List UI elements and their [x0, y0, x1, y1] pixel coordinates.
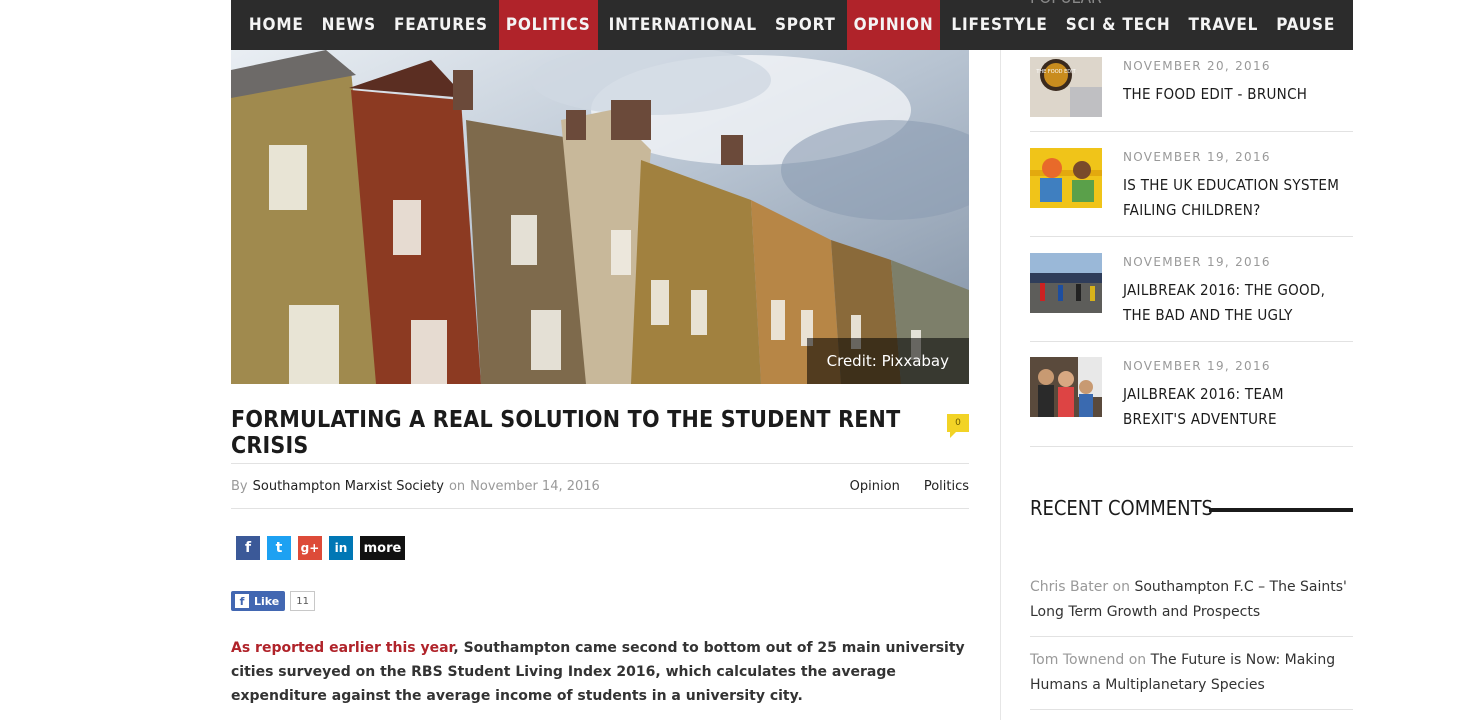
- on-label: on: [448, 478, 466, 494]
- reported-earlier-link[interactable]: As reported earlier this year: [231, 640, 453, 656]
- linkedin-share-icon[interactable]: in: [329, 536, 353, 560]
- article-body-paragraph: As reported earlier this year, Southampt…: [231, 636, 969, 708]
- popular-title[interactable]: JAILBREAK 2016: TEAM BREXIT'S ADVENTURE: [1123, 382, 1343, 432]
- by-label: By: [231, 478, 248, 494]
- nav-item-pause[interactable]: PAUSE: [1269, 0, 1342, 50]
- popular-item[interactable]: NOVEMBER 19, 2016 IS THE UK EDUCATION SY…: [1030, 148, 1353, 236]
- popular-date: NOVEMBER 19, 2016: [1123, 150, 1271, 164]
- divider: [1030, 236, 1353, 237]
- nav-item-opinion[interactable]: OPINION: [846, 0, 941, 50]
- comment-count-badge[interactable]: 0: [947, 414, 969, 438]
- popular-date: NOVEMBER 20, 2016: [1123, 59, 1271, 73]
- popular-date: NOVEMBER 19, 2016: [1123, 255, 1271, 269]
- publish-date: November 14, 2016: [470, 478, 600, 494]
- nav-item-sport[interactable]: SPORT: [768, 0, 843, 50]
- comment-on-label: on: [1112, 579, 1130, 595]
- author-link[interactable]: Southampton Marxist Society: [253, 479, 444, 494]
- popular-title[interactable]: IS THE UK EDUCATION SYSTEM FAILING CHILD…: [1123, 173, 1343, 223]
- nav-item-international[interactable]: INTERNATIONAL: [602, 0, 764, 50]
- popular-item[interactable]: NOVEMBER 19, 2016 JAILBREAK 2016: THE GO…: [1030, 253, 1353, 341]
- category-link-politics[interactable]: Politics: [924, 479, 969, 494]
- more-share-button[interactable]: more: [360, 536, 405, 560]
- nav-item-features[interactable]: FEATURES: [387, 0, 495, 50]
- thumb-text: THE FOOD EDIT: [1035, 69, 1076, 75]
- divider: [1030, 131, 1353, 132]
- popular-item[interactable]: THE FOOD EDIT NOVEMBER 20, 2016 THE FOOD…: [1030, 57, 1353, 132]
- nav-item-news[interactable]: NEWS: [315, 0, 383, 50]
- recent-comment-item: Tom Townend on The Future is Now: Making…: [1030, 648, 1353, 698]
- divider: [231, 463, 969, 464]
- recent-comments-heading: RECENT COMMENTS: [1030, 496, 1213, 520]
- article-meta: By Southampton Marxist Society on Novemb…: [231, 477, 969, 495]
- main-nav: HOME NEWS FEATURES POLITICS INTERNATIONA…: [231, 0, 1353, 50]
- like-label: Like: [254, 594, 280, 608]
- article-title: FORMULATING A REAL SOLUTION TO THE STUDE…: [231, 407, 901, 459]
- popular-heading: POPULAR: [1030, 0, 1102, 8]
- category-link-opinion[interactable]: Opinion: [850, 479, 900, 494]
- share-buttons: f t g+ in more: [236, 536, 405, 560]
- sidebar-divider: [1000, 50, 1001, 720]
- facebook-like-widget: f Like 11: [231, 591, 315, 611]
- divider: [1030, 446, 1353, 447]
- like-count: 11: [290, 591, 315, 611]
- hero-buildings-illustration: [231, 50, 969, 384]
- popular-thumbnail: [1030, 357, 1102, 417]
- nav-item-travel[interactable]: TRAVEL: [1182, 0, 1266, 50]
- facebook-share-icon[interactable]: f: [236, 536, 260, 560]
- popular-title[interactable]: JAILBREAK 2016: THE GOOD, THE BAD AND TH…: [1123, 278, 1343, 328]
- comment-author[interactable]: Tom Townend: [1030, 652, 1124, 668]
- nav-item-home[interactable]: HOME: [242, 0, 311, 50]
- facebook-like-button[interactable]: f Like: [231, 591, 286, 611]
- divider: [1030, 709, 1353, 710]
- comment-author[interactable]: Chris Bater: [1030, 579, 1108, 595]
- popular-thumbnail: [1030, 253, 1102, 313]
- googleplus-share-icon[interactable]: g+: [298, 536, 322, 560]
- image-credit: Credit: Pixxabay: [806, 338, 969, 384]
- recent-comment-item: Chris Bater on Southampton F.C – The Sai…: [1030, 575, 1353, 625]
- divider: [1030, 341, 1353, 342]
- divider: [1030, 636, 1353, 637]
- popular-title[interactable]: THE FOOD EDIT - BRUNCH: [1123, 82, 1343, 107]
- divider: [231, 508, 969, 509]
- popular-thumbnail: [1030, 148, 1102, 208]
- popular-thumbnail: THE FOOD EDIT: [1030, 57, 1102, 117]
- nav-item-politics[interactable]: POLITICS: [498, 0, 598, 50]
- hero-image: Credit: Pixxabay: [231, 50, 969, 384]
- popular-item[interactable]: NOVEMBER 19, 2016 JAILBREAK 2016: TEAM B…: [1030, 357, 1353, 445]
- facebook-icon: f: [235, 594, 249, 608]
- popular-date: NOVEMBER 19, 2016: [1123, 359, 1271, 373]
- comment-on-label: on: [1128, 652, 1147, 668]
- twitter-share-icon[interactable]: t: [267, 536, 291, 560]
- heading-bar: [1209, 508, 1353, 512]
- category-links: Opinion Politics: [850, 479, 969, 494]
